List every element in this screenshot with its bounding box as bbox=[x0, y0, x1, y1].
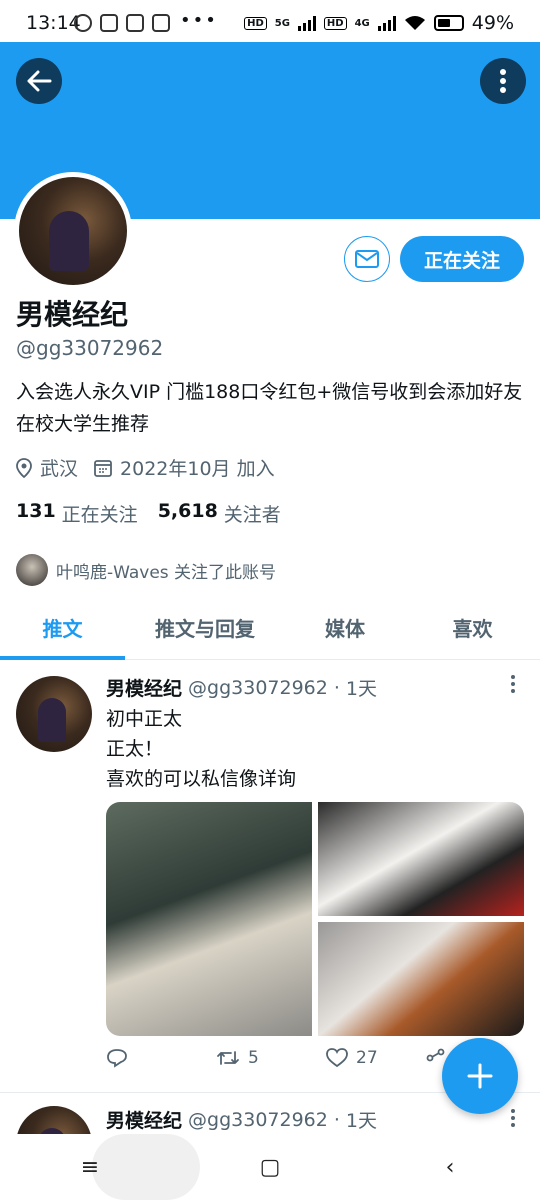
signal-icon bbox=[297, 15, 316, 31]
tweet-avatar[interactable] bbox=[16, 676, 92, 752]
message-button[interactable] bbox=[344, 236, 390, 282]
tweet-author-name[interactable]: 男模经纪 bbox=[106, 674, 182, 701]
like-count: 27 bbox=[356, 1048, 378, 1068]
battery-percent: 49% bbox=[471, 12, 514, 34]
tweet-more-button[interactable] bbox=[510, 1108, 516, 1134]
tweet-separator: · bbox=[333, 1108, 340, 1131]
status-time: 13:14 bbox=[26, 12, 81, 34]
tweet-more-button[interactable] bbox=[510, 674, 516, 700]
calendar-icon bbox=[94, 459, 112, 477]
followers-label[interactable]: 关注者 bbox=[224, 500, 281, 527]
status-right: HD 5G HD 4G 49% bbox=[244, 12, 514, 34]
profile-handle: @gg33072962 bbox=[16, 336, 164, 360]
retweet-button[interactable]: 5 bbox=[216, 1048, 326, 1068]
tweet-author-handle: @gg33072962 bbox=[188, 676, 328, 699]
more-options-button[interactable] bbox=[480, 58, 526, 104]
heart-icon bbox=[326, 1048, 348, 1068]
app-notification-icon bbox=[100, 14, 118, 32]
like-button[interactable]: 27 bbox=[326, 1048, 426, 1068]
reply-icon bbox=[107, 1049, 127, 1068]
tweet-line: 喜欢的可以私信像详询 bbox=[106, 768, 297, 790]
location: 武汉 bbox=[16, 454, 78, 481]
following-label[interactable]: 正在关注 bbox=[62, 500, 138, 527]
join-date-text: 2022年10月 加入 bbox=[120, 458, 275, 480]
profile-bio: 入会选人永久VIP 门槛188口令红包+微信号收到会添加好友 在校大学生推荐 bbox=[16, 381, 523, 435]
network-5g-label: 5G bbox=[274, 17, 290, 29]
more-notifications-icon: ••• bbox=[180, 10, 218, 31]
tab-tweets[interactable]: 推文 bbox=[0, 596, 125, 660]
tab-likes[interactable]: 喜欢 bbox=[405, 596, 540, 659]
tweet-text: 初中正太 正太！ 喜欢的可以私信像详询 bbox=[106, 704, 296, 794]
tweet-line: 初中正太 bbox=[106, 708, 183, 730]
signal-icon bbox=[377, 15, 396, 31]
tweet-photo[interactable] bbox=[318, 802, 524, 916]
followed-by-text: 叶鸣鹿-Waves 关注了此账号 bbox=[56, 562, 277, 583]
tweet-header: 男模经纪 @gg33072962 · 1天 bbox=[106, 1106, 377, 1133]
battery-icon bbox=[433, 15, 464, 31]
retweet-count: 5 bbox=[248, 1048, 259, 1068]
tweet-separator: · bbox=[333, 676, 340, 699]
following-button[interactable]: 正在关注 bbox=[400, 236, 524, 282]
vertical-dots-icon bbox=[511, 675, 515, 693]
vertical-dots-icon bbox=[500, 69, 506, 93]
hd-icon: HD bbox=[323, 16, 347, 30]
network-4g-label: 4G bbox=[354, 17, 370, 29]
location-pin-icon bbox=[16, 457, 32, 478]
wifi-icon bbox=[404, 16, 425, 30]
compose-tweet-button[interactable] bbox=[442, 1038, 518, 1114]
followed-by[interactable]: 叶鸣鹿-Waves 关注了此账号 bbox=[16, 554, 276, 586]
plus-icon bbox=[467, 1063, 493, 1089]
tab-media[interactable]: 媒体 bbox=[285, 596, 405, 659]
retweet-icon bbox=[217, 1051, 239, 1065]
tweet-photo[interactable] bbox=[106, 802, 312, 1036]
hd-icon: HD bbox=[244, 16, 267, 30]
follower-avatar bbox=[16, 554, 48, 586]
follow-stats: 131 正在关注 5,618 关注者 bbox=[16, 500, 301, 527]
tweet-actions: 5 27 bbox=[106, 1048, 446, 1068]
profile-name: 男模经纪 bbox=[16, 298, 129, 331]
mail-icon bbox=[355, 250, 379, 268]
tweet-header: 男模经纪 @gg33072962 · 1天 bbox=[106, 674, 377, 701]
tweet-photo[interactable] bbox=[318, 922, 524, 1036]
tweet-author-handle: @gg33072962 bbox=[188, 1108, 328, 1131]
notification-icons bbox=[74, 14, 170, 32]
menu-nav-button[interactable]: ≡ bbox=[60, 1155, 120, 1180]
reply-button[interactable] bbox=[106, 1048, 216, 1068]
join-date: 2022年10月 加入 bbox=[94, 454, 275, 481]
arrow-left-icon bbox=[27, 70, 52, 92]
tweet-author-name[interactable]: 男模经纪 bbox=[106, 1106, 182, 1133]
profile-tabs: 推文 推文与回复 媒体 喜欢 bbox=[0, 596, 540, 660]
home-nav-button[interactable]: ▢ bbox=[240, 1155, 300, 1180]
alarm-icon bbox=[74, 14, 92, 32]
status-bar: 13:14 ••• HD 5G HD 4G 49% bbox=[0, 0, 540, 42]
app-notification-icon bbox=[126, 14, 144, 32]
tweet-time: 1天 bbox=[345, 1110, 377, 1132]
tweet-line: 正太！ bbox=[106, 738, 164, 760]
following-count[interactable]: 131 bbox=[16, 500, 56, 527]
location-text: 武汉 bbox=[40, 458, 79, 480]
profile-avatar[interactable] bbox=[14, 172, 132, 290]
vertical-dots-icon bbox=[511, 1109, 515, 1127]
app-notification-icon bbox=[152, 14, 170, 32]
tweet-media-grid bbox=[106, 802, 524, 1036]
followers-count[interactable]: 5,618 bbox=[158, 500, 218, 527]
back-nav-button[interactable]: ‹ bbox=[420, 1155, 480, 1180]
profile-meta: 武汉 2022年10月 加入 bbox=[16, 454, 291, 481]
tweet-time: 1天 bbox=[345, 678, 377, 700]
tab-tweets-replies[interactable]: 推文与回复 bbox=[125, 596, 285, 659]
back-button[interactable] bbox=[16, 58, 62, 104]
system-nav-bar: ≡ ▢ ‹ bbox=[0, 1134, 540, 1200]
